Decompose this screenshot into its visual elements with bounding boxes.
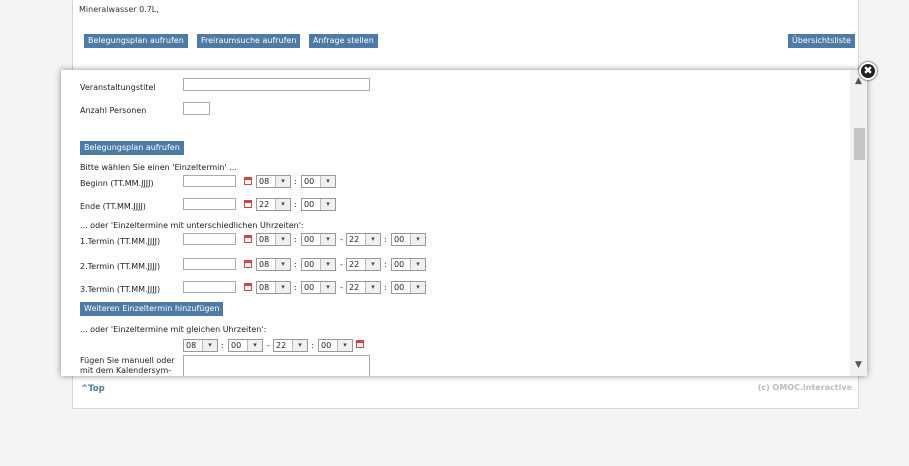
- chevron-down-icon: ▾: [320, 282, 335, 293]
- event-title-label: Veranstaltungstitel: [80, 83, 156, 92]
- term-end-minute-select[interactable]: 00 ▾: [391, 281, 426, 294]
- term-start-hour-select[interactable]: 08 ▾: [256, 233, 291, 246]
- chevron-down-icon: ▾: [365, 282, 380, 293]
- term-label: 3.Termin (TT.MM.JJJJ): [80, 285, 161, 294]
- chevron-down-icon: ▾: [410, 259, 425, 270]
- same-end-minute-select[interactable]: 00 ▾: [318, 339, 353, 352]
- chevron-down-icon: ▾: [292, 340, 307, 351]
- end-label: Ende (TT.MM.JJJJ): [80, 202, 146, 211]
- product-line: Mineralwasser 0.7L,: [79, 5, 159, 14]
- time-colon: :: [384, 283, 387, 292]
- term-end-hour-select[interactable]: 22 ▾: [346, 281, 381, 294]
- end-hour-select[interactable]: 22 ▾: [256, 198, 291, 211]
- belegungsplan-button[interactable]: Belegungsplan aufrufen: [84, 34, 188, 48]
- term-end-hour-select[interactable]: 22 ▾: [346, 258, 381, 271]
- time-colon: :: [384, 260, 387, 269]
- freiraumsuche-button[interactable]: Freiraumsuche aufrufen: [197, 34, 301, 48]
- chevron-down-icon: ▾: [247, 340, 262, 351]
- chevron-down-icon: ▾: [202, 340, 217, 351]
- same-times-prompt: ... oder 'Einzeltermine mit gleichen Uhr…: [80, 325, 267, 334]
- term-end-minute-select[interactable]: 00 ▾: [391, 233, 426, 246]
- time-colon: :: [294, 177, 297, 186]
- begin-minute-select[interactable]: 00 ▾: [301, 175, 336, 188]
- manual-label-line2: mit dem Kalendersym-: [80, 366, 172, 375]
- end-date-input[interactable]: [183, 198, 236, 210]
- chevron-down-icon: ▾: [320, 176, 335, 187]
- range-dash: -: [267, 341, 270, 350]
- chevron-down-icon: ▾: [275, 282, 290, 293]
- term-label: 2.Termin (TT.MM.JJJJ): [80, 262, 161, 271]
- term-start-minute-select[interactable]: 00 ▾: [301, 258, 336, 271]
- calendar-icon[interactable]: [244, 177, 252, 185]
- persons-input[interactable]: [183, 102, 210, 115]
- range-dash: -: [340, 260, 343, 269]
- chevron-down-icon: ▾: [320, 199, 335, 210]
- begin-hour-select[interactable]: 08 ▾: [256, 175, 291, 188]
- chevron-down-icon: ▾: [410, 234, 425, 245]
- term-label: 1.Termin (TT.MM.JJJJ): [80, 237, 161, 246]
- manual-dates-textarea[interactable]: [183, 355, 370, 376]
- calendar-icon[interactable]: [244, 200, 252, 208]
- time-colon: :: [311, 341, 314, 350]
- uebersichtsliste-button[interactable]: Übersichtsliste: [788, 34, 855, 48]
- term-date-input[interactable]: [183, 258, 236, 270]
- chevron-down-icon: ▾: [365, 234, 380, 245]
- booking-modal: Veranstaltungstitel Anzahl Personen Bele…: [61, 70, 867, 376]
- same-start-minute-select[interactable]: 00 ▾: [228, 339, 263, 352]
- time-colon: :: [294, 260, 297, 269]
- calendar-icon[interactable]: [244, 283, 252, 291]
- persons-label: Anzahl Personen: [80, 106, 147, 115]
- scrollbar-thumb[interactable]: [854, 128, 865, 160]
- range-dash: -: [340, 283, 343, 292]
- chevron-down-icon: ▾: [320, 259, 335, 270]
- calendar-icon[interactable]: [244, 235, 252, 243]
- begin-label: Beginn (TT.MM.JJJJ): [80, 179, 154, 188]
- term-date-input[interactable]: [183, 281, 236, 293]
- same-start-hour-select[interactable]: 08 ▾: [183, 339, 218, 352]
- chevron-down-icon: ▾: [275, 176, 290, 187]
- range-dash: -: [340, 235, 343, 244]
- calendar-icon[interactable]: [244, 260, 252, 268]
- chevron-down-icon: ▾: [275, 259, 290, 270]
- top-link[interactable]: ^Top: [81, 384, 105, 394]
- time-colon: :: [294, 200, 297, 209]
- chevron-down-icon: ▾: [320, 234, 335, 245]
- term-end-minute-select[interactable]: 00 ▾: [391, 258, 426, 271]
- add-term-button[interactable]: Weiteren Einzeltermin hinzufügen: [80, 302, 224, 316]
- chevron-down-icon: ▾: [365, 259, 380, 270]
- term-start-minute-select[interactable]: 00 ▾: [301, 281, 336, 294]
- term-end-hour-select[interactable]: 22 ▾: [346, 233, 381, 246]
- time-colon: :: [294, 235, 297, 244]
- copyright: (c) OMOC.interactive: [757, 383, 852, 392]
- term-date-input[interactable]: [183, 233, 236, 245]
- time-colon: :: [221, 341, 224, 350]
- end-minute-select[interactable]: 00 ▾: [301, 198, 336, 211]
- term-start-hour-select[interactable]: 08 ▾: [256, 258, 291, 271]
- plan-button[interactable]: Belegungsplan aufrufen: [80, 141, 184, 155]
- event-title-input[interactable]: [183, 78, 370, 91]
- same-end-hour-select[interactable]: 22 ▾: [273, 339, 308, 352]
- calendar-icon[interactable]: [356, 340, 364, 348]
- chevron-down-icon: ▾: [337, 340, 352, 351]
- begin-date-input[interactable]: [183, 175, 236, 187]
- modal-scrollbar[interactable]: ▲ ▼: [850, 70, 867, 376]
- term-start-hour-select[interactable]: 08 ▾: [256, 281, 291, 294]
- time-colon: :: [384, 235, 387, 244]
- diff-times-prompt: ... oder 'Einzeltermine mit unterschiedl…: [80, 221, 304, 230]
- chevron-down-icon: ▾: [275, 199, 290, 210]
- manual-label-line1: Fügen Sie manuell oder: [80, 356, 175, 365]
- anfrage-button[interactable]: Anfrage stellen: [309, 34, 378, 48]
- time-colon: :: [294, 283, 297, 292]
- single-prompt: Bitte wählen Sie einen 'Einzeltermin' ..…: [80, 163, 237, 172]
- close-icon[interactable]: ✖: [859, 62, 877, 80]
- chevron-down-icon: ▾: [410, 282, 425, 293]
- chevron-down-icon: ▾: [275, 234, 290, 245]
- term-start-minute-select[interactable]: 00 ▾: [301, 233, 336, 246]
- chevron-down-icon[interactable]: ▼: [850, 358, 867, 372]
